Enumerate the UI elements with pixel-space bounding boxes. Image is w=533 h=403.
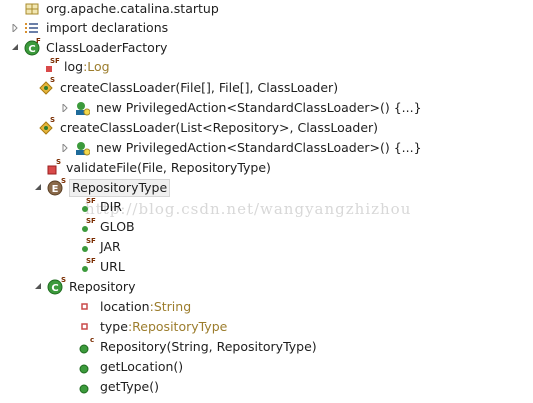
package-name: org.apache.catalina.startup bbox=[46, 1, 219, 16]
field-type: RepositoryType bbox=[132, 319, 228, 334]
field-name: type bbox=[100, 319, 128, 334]
method-name: createClassLoader(List<Repository>, Clas… bbox=[60, 120, 379, 135]
chevron-down-icon[interactable] bbox=[10, 38, 20, 58]
static-field-icon: SF bbox=[78, 258, 96, 275]
imports-label: import declarations bbox=[46, 20, 169, 35]
static-field-icon: SF bbox=[42, 58, 60, 75]
chevron-right-icon[interactable] bbox=[10, 18, 20, 38]
public-method-icon bbox=[78, 379, 94, 395]
tree-item-method-validate-file[interactable]: S validateFile(File, RepositoryType) bbox=[44, 158, 271, 178]
tree-item-enum-constant-dir[interactable]: SF DIR bbox=[78, 197, 122, 217]
chevron-down-icon[interactable] bbox=[33, 178, 43, 198]
tree-item-enum-constant-jar[interactable]: SF JAR bbox=[78, 237, 121, 257]
class-icon: C F bbox=[24, 38, 41, 56]
svg-text:C: C bbox=[51, 283, 58, 294]
enum-constant-name: DIR bbox=[100, 199, 122, 214]
protected-method-icon: S bbox=[38, 117, 55, 136]
tree-item-anonymous-class-1[interactable]: new PrivilegedAction<StandardClassLoader… bbox=[60, 98, 422, 118]
private-method-icon: S bbox=[44, 159, 61, 176]
tree-item-imports[interactable]: import declarations bbox=[10, 18, 168, 38]
field-name: log bbox=[64, 59, 84, 74]
protected-method-icon: S bbox=[38, 77, 55, 96]
tree-item-method-get-location[interactable]: getLocation() bbox=[78, 357, 183, 377]
tree-item-field-location[interactable]: location : String bbox=[78, 297, 191, 317]
field-type: String bbox=[153, 299, 192, 314]
tree-item-package[interactable]: org.apache.catalina.startup bbox=[10, 0, 219, 19]
enum-constant-name: JAR bbox=[100, 239, 121, 254]
class-icon: C S bbox=[47, 277, 66, 295]
class-name: ClassLoaderFactory bbox=[46, 40, 168, 55]
class-name: Repository bbox=[69, 279, 136, 294]
chevron-right-icon[interactable] bbox=[60, 138, 70, 158]
field-name: location bbox=[100, 299, 150, 314]
enum-name: RepositoryType bbox=[69, 179, 171, 197]
svg-text:E: E bbox=[52, 184, 59, 195]
tree-item-method-get-type[interactable]: getType() bbox=[78, 377, 159, 397]
svg-text:C: C bbox=[28, 44, 35, 55]
watermark: http://blog.csdn.net/wangyangzhizhou bbox=[85, 200, 412, 218]
private-field-icon bbox=[78, 299, 94, 315]
field-type: Log bbox=[87, 59, 110, 74]
tree-item-anonymous-class-2[interactable]: new PrivilegedAction<StandardClassLoader… bbox=[60, 138, 422, 158]
anonymous-class-name: new PrivilegedAction<StandardClassLoader… bbox=[96, 100, 422, 115]
public-method-icon bbox=[78, 359, 94, 375]
static-field-icon: SF bbox=[78, 218, 96, 235]
method-name: validateFile(File, RepositoryType) bbox=[66, 160, 271, 175]
chevron-right-icon[interactable] bbox=[60, 98, 70, 118]
tree-item-method-create-class-loader-1[interactable]: S createClassLoader(File[], File[], Clas… bbox=[38, 77, 339, 98]
enum-constant-name: GLOB bbox=[100, 219, 135, 234]
anonymous-class-icon bbox=[74, 100, 91, 116]
enum-constant-name: URL bbox=[100, 259, 125, 274]
static-field-icon: SF bbox=[78, 198, 96, 215]
tree-item-constructor-repository[interactable]: c Repository(String, RepositoryType) bbox=[78, 337, 317, 357]
tree-item-field-type[interactable]: type : RepositoryType bbox=[78, 317, 227, 337]
private-field-icon bbox=[78, 319, 94, 335]
tree-item-enum-constant-glob[interactable]: SF GLOB bbox=[78, 217, 135, 237]
anonymous-class-icon bbox=[74, 140, 91, 156]
static-field-icon: SF bbox=[78, 238, 96, 255]
tree-item-enum-repository-type[interactable]: E S RepositoryType bbox=[33, 178, 171, 198]
constructor-name: Repository(String, RepositoryType) bbox=[100, 339, 317, 354]
tree-item-method-create-class-loader-2[interactable]: S createClassLoader(List<Repository>, Cl… bbox=[38, 117, 379, 138]
tree-item-class-loader-factory[interactable]: C F ClassLoaderFactory bbox=[10, 38, 167, 58]
imports-icon bbox=[24, 20, 40, 36]
enum-icon: E S bbox=[47, 178, 66, 196]
tree-item-field-log[interactable]: SF log : Log bbox=[42, 57, 110, 77]
anonymous-class-name: new PrivilegedAction<StandardClassLoader… bbox=[96, 140, 422, 155]
public-method-icon: c bbox=[78, 337, 94, 355]
package-icon bbox=[24, 1, 40, 17]
method-name: createClassLoader(File[], File[], ClassL… bbox=[60, 80, 339, 95]
chevron-down-icon[interactable] bbox=[33, 277, 43, 297]
method-name: getLocation() bbox=[100, 359, 184, 374]
tree-item-class-repository[interactable]: C S Repository bbox=[33, 277, 135, 297]
method-name: getType() bbox=[100, 379, 159, 394]
tree-item-enum-constant-url[interactable]: SF URL bbox=[78, 257, 125, 277]
